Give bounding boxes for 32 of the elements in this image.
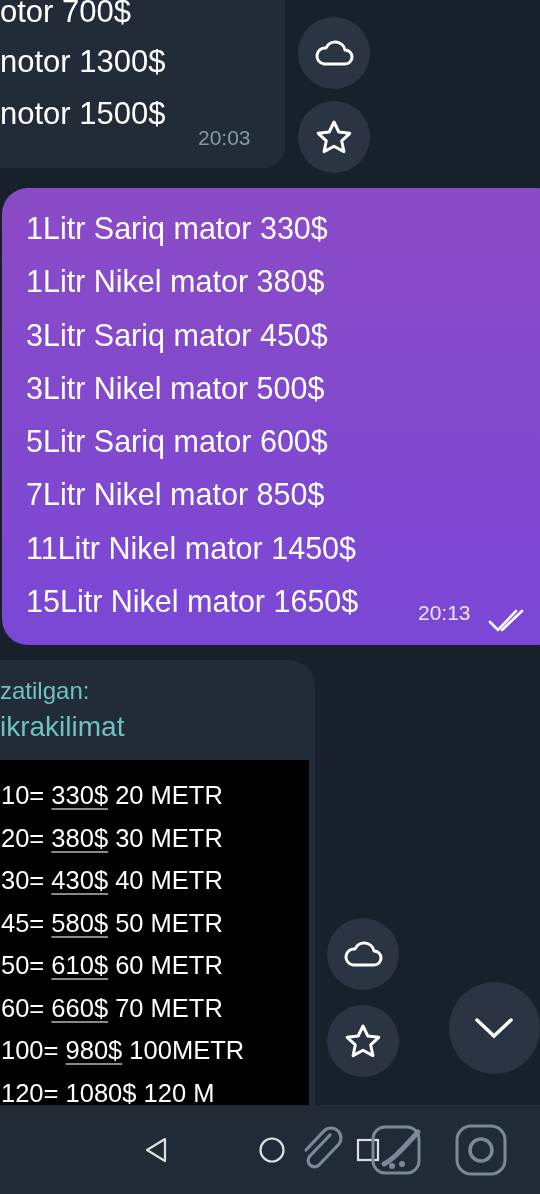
price-row-text: 50= 610$ 60 METR (1, 950, 223, 981)
message-text: 1Litr Nikel mator 380$ (26, 263, 325, 301)
message-time: 20:13 (418, 601, 471, 625)
chevron-down-icon (474, 1016, 515, 1040)
star-icon (343, 1023, 382, 1059)
cloud-icon (314, 39, 354, 67)
price-row-text: 30= 430$ 40 METR (1, 865, 223, 896)
paint-palette-icon[interactable] (370, 1123, 422, 1176)
cloud-icon (342, 940, 383, 968)
message-text: notor 1500$ (0, 95, 166, 133)
message-text: 7Litr Nikel mator 850$ (26, 476, 325, 514)
forwarded-label: zatilgan: (0, 676, 91, 706)
message-text: 1Litr Sariq mator 330$ (26, 210, 328, 248)
home-icon[interactable] (258, 1135, 286, 1164)
price-row-text: 100= 980$ 100METR (1, 1035, 245, 1066)
camera-icon[interactable] (454, 1122, 508, 1177)
star-icon (315, 119, 353, 155)
price-row-text: 45= 580$ 50 METR (1, 907, 223, 939)
message-text: 3Litr Nikel mator 500$ (26, 369, 325, 407)
price-row-text: 10= 330$ 20 METR (1, 780, 223, 811)
message-text: 3Litr Sariq mator 450$ (26, 316, 328, 355)
message-text: notor 1300$ (0, 43, 166, 81)
forwarded-sender: ikrakilimat (0, 710, 126, 744)
message-text: 5Litr Sariq mator 600$ (26, 423, 328, 461)
message-text: 11Litr Nikel mator 1450$ (26, 529, 357, 567)
message-time: 20:03 (198, 126, 251, 150)
message-text: 15Litr Nikel mator 1650$ (26, 583, 359, 621)
price-row-text: 120= 1080$ 120 M (1, 1077, 215, 1105)
price-row-text: 60= 660$ 70 METR (1, 992, 223, 1024)
recents-icon[interactable] (356, 1137, 380, 1162)
back-icon[interactable] (143, 1135, 169, 1164)
price-row-text: 20= 380$ 30 METR (1, 822, 223, 854)
